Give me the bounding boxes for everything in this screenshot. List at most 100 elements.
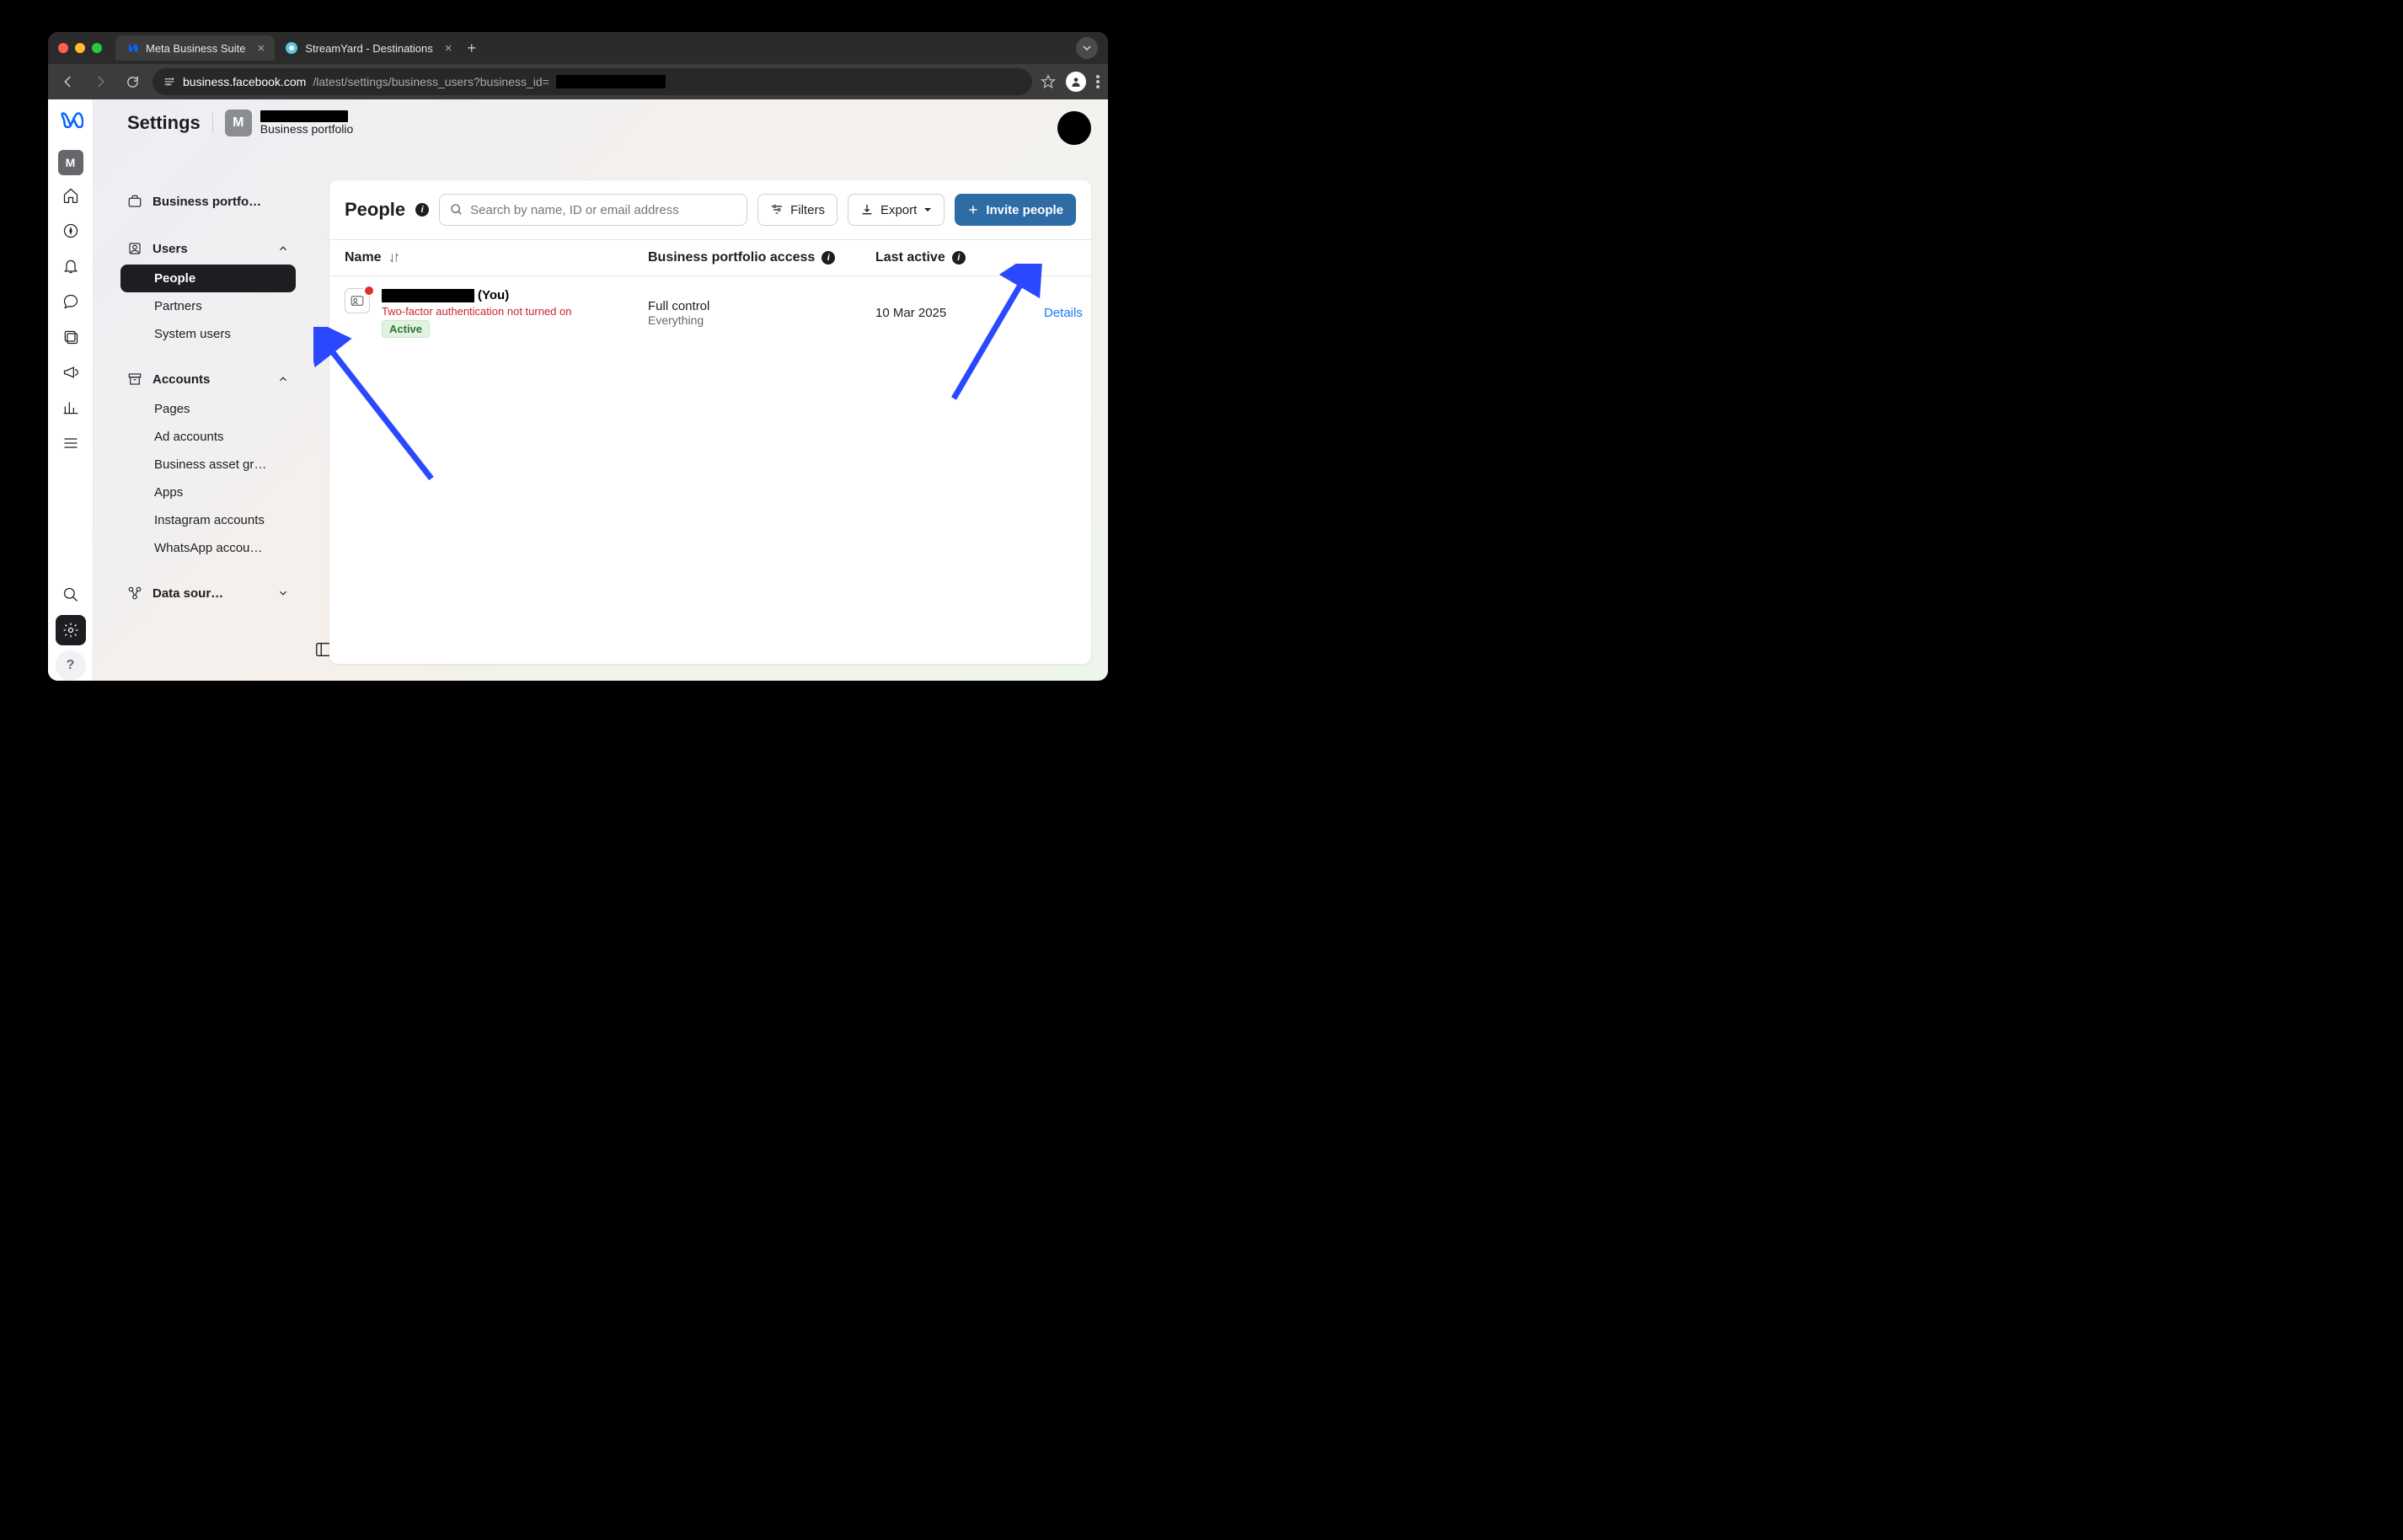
details-link[interactable]: Details — [1044, 306, 1083, 320]
sidebar-item-system-users[interactable]: System users — [120, 320, 296, 348]
rail-hamburger-icon[interactable] — [56, 428, 86, 458]
filters-button[interactable]: Filters — [757, 194, 838, 226]
minimize-window-icon[interactable] — [75, 43, 85, 53]
settings-sidebar: Business portfo… Users People Partners S… — [110, 172, 306, 623]
sidebar-item-instagram[interactable]: Instagram accounts — [120, 506, 296, 534]
last-active-cell: 10 Mar 2025 — [875, 306, 1044, 320]
streamyard-favicon-icon — [285, 41, 298, 55]
settings-header: Settings M Business portfolio — [94, 99, 1108, 163]
meta-favicon-icon — [126, 41, 139, 55]
sidebar-item-apps[interactable]: Apps — [120, 479, 296, 506]
sidebar-data-sources-header[interactable]: Data sour… — [117, 577, 299, 609]
redacted-portfolio-name — [260, 110, 348, 122]
info-icon[interactable]: i — [952, 251, 966, 265]
address-bar[interactable]: business.facebook.com/latest/settings/bu… — [153, 68, 1032, 95]
archive-icon — [127, 372, 142, 387]
users-icon — [127, 241, 142, 256]
info-icon[interactable]: i — [822, 251, 835, 265]
user-cell: (You) Two-factor authentication not turn… — [345, 288, 648, 338]
redacted-business-id — [556, 75, 666, 88]
user-avatar[interactable] — [1057, 111, 1091, 145]
sidebar-item-asset-groups[interactable]: Business asset gr… — [120, 451, 296, 479]
rail-portfolio-button[interactable]: M — [58, 150, 83, 175]
profile-icon[interactable] — [1066, 72, 1086, 92]
rail-search-icon[interactable] — [56, 580, 86, 610]
page-title: Settings — [127, 112, 201, 134]
status-badge: Active — [382, 320, 430, 338]
nodes-icon — [127, 586, 142, 601]
close-tab-icon[interactable]: × — [258, 41, 265, 56]
browser-tab-meta[interactable]: Meta Business Suite × — [115, 35, 275, 61]
card-title: People — [345, 199, 405, 221]
plus-icon — [967, 204, 979, 216]
browser-tab-streamyard[interactable]: StreamYard - Destinations × — [275, 35, 462, 61]
sidebar-item-people[interactable]: People — [120, 265, 296, 292]
sidebar-business-portfolio[interactable]: Business portfo… — [117, 185, 299, 217]
reload-button[interactable] — [120, 70, 144, 94]
maximize-window-icon[interactable] — [92, 43, 102, 53]
sidebar-item-ad-accounts[interactable]: Ad accounts — [120, 423, 296, 451]
download-icon — [860, 203, 874, 217]
new-tab-button[interactable]: + — [468, 40, 477, 57]
browser-toolbar: business.facebook.com/latest/settings/bu… — [48, 64, 1108, 99]
portfolio-selector[interactable]: M Business portfolio — [225, 110, 354, 136]
bookmark-star-icon[interactable] — [1041, 74, 1056, 89]
access-cell: Full control Everything — [648, 299, 875, 327]
url-host: business.facebook.com — [183, 75, 306, 88]
label: Users — [153, 242, 188, 256]
sidebar-item-whatsapp[interactable]: WhatsApp accou… — [120, 534, 296, 562]
tab-title: Meta Business Suite — [146, 42, 246, 55]
main-wrap: Settings M Business portfolio — [94, 99, 1108, 681]
user-icon-wrap — [345, 288, 372, 315]
tab-list-button[interactable] — [1076, 37, 1098, 59]
portfolio-sub: Business portfolio — [260, 122, 354, 136]
info-icon[interactable]: i — [415, 203, 429, 217]
rail-bell-icon[interactable] — [56, 251, 86, 281]
sidebar-item-pages[interactable]: Pages — [120, 395, 296, 423]
titlebar: Meta Business Suite × StreamYard - Desti… — [48, 32, 1108, 64]
menu-kebab-icon[interactable] — [1096, 75, 1100, 88]
label: Export — [880, 203, 917, 217]
two-factor-warning: Two-factor authentication not turned on — [382, 305, 571, 318]
export-button[interactable]: Export — [848, 194, 945, 226]
you-suffix: (You) — [478, 288, 509, 302]
forward-button[interactable] — [88, 70, 112, 94]
col-active-header: Last active i — [875, 250, 1044, 265]
search-field[interactable] — [470, 203, 736, 217]
url-path: /latest/settings/business_users?business… — [313, 75, 549, 88]
toolbar-right — [1041, 72, 1100, 92]
rail-insights-icon[interactable] — [56, 393, 86, 423]
close-tab-icon[interactable]: × — [445, 41, 452, 56]
rail-home-icon[interactable] — [56, 180, 86, 211]
filters-icon — [770, 203, 784, 217]
access-level: Full control — [648, 299, 875, 313]
rail-chat-icon[interactable] — [56, 286, 86, 317]
sidebar-users-header[interactable]: Users — [117, 233, 299, 265]
rail-megaphone-icon[interactable] — [56, 357, 86, 388]
col-access-header: Business portfolio access i — [648, 250, 875, 265]
table-header: Name Business portfolio access i Last ac… — [329, 240, 1091, 276]
card-header: People i Filters Export — [329, 180, 1091, 240]
invite-people-button[interactable]: Invite people — [955, 194, 1076, 226]
meta-logo-icon[interactable] — [58, 111, 83, 136]
back-button[interactable] — [56, 70, 80, 94]
rail-posts-icon[interactable] — [56, 322, 86, 352]
sidebar-accounts-header[interactable]: Accounts — [117, 363, 299, 395]
app-content: M ? Settings M — [48, 99, 1108, 681]
search-input[interactable] — [439, 194, 747, 226]
site-settings-icon[interactable] — [163, 75, 176, 88]
sidebar-item-partners[interactable]: Partners — [120, 292, 296, 320]
chevron-up-icon — [277, 243, 289, 254]
close-window-icon[interactable] — [58, 43, 68, 53]
people-card: People i Filters Export — [329, 180, 1091, 664]
traffic-lights — [58, 43, 102, 53]
table-row: (You) Two-factor authentication not turn… — [329, 276, 1091, 350]
sort-icon — [388, 252, 400, 264]
label: Business portfo… — [153, 195, 261, 209]
col-name-header[interactable]: Name — [345, 250, 648, 265]
rail-settings-icon[interactable] — [56, 615, 86, 645]
rail-help-icon[interactable]: ? — [56, 650, 86, 681]
rail-compass-icon[interactable] — [56, 216, 86, 246]
label: Accounts — [153, 372, 210, 387]
user-name: (You) — [382, 288, 571, 302]
